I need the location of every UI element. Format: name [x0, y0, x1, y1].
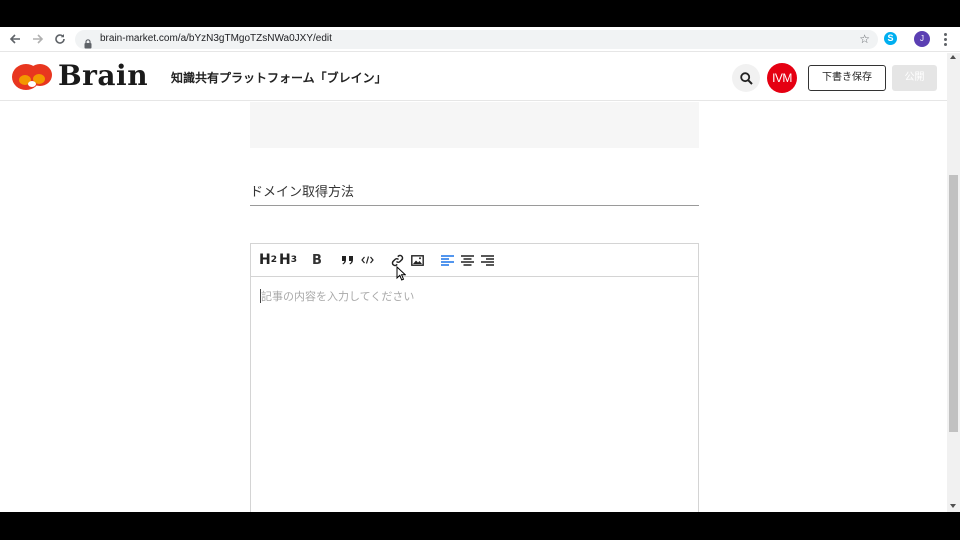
- user-avatar[interactable]: IVM: [767, 63, 797, 93]
- mouse-cursor-icon: [396, 265, 407, 285]
- code-icon[interactable]: [361, 252, 374, 268]
- lock-icon: [84, 34, 92, 53]
- heading-h2-button[interactable]: H2: [259, 252, 277, 268]
- editor-placeholder[interactable]: 記事の内容を入力してください: [261, 288, 414, 304]
- profile-avatar[interactable]: J: [914, 31, 930, 47]
- site-tagline: 知識共有プラットフォーム「ブレイン」: [171, 71, 387, 85]
- scroll-down-arrow-icon[interactable]: [950, 504, 956, 508]
- search-button[interactable]: [732, 64, 760, 92]
- skype-extension-icon[interactable]: S: [884, 32, 897, 45]
- page-scrollbar[interactable]: [947, 53, 960, 512]
- scrollbar-thumb[interactable]: [949, 175, 958, 432]
- quote-icon[interactable]: [341, 252, 354, 268]
- heading-h3-button[interactable]: H3: [279, 252, 297, 268]
- save-draft-button[interactable]: 下書き保存: [808, 65, 886, 91]
- site-header: Brain 知識共有プラットフォーム「ブレイン」 IVM 下書き保存 公開: [0, 53, 947, 101]
- bold-label: B: [312, 252, 322, 268]
- logo-text[interactable]: Brain: [58, 59, 148, 92]
- publish-button[interactable]: 公開: [892, 65, 937, 91]
- align-center-icon[interactable]: [461, 252, 474, 268]
- star-icon[interactable]: ☆: [859, 32, 870, 46]
- h3-sub: 3: [290, 255, 297, 265]
- menu-kebab-icon[interactable]: [940, 30, 950, 48]
- scroll-up-arrow-icon[interactable]: [950, 55, 956, 59]
- back-arrow-icon[interactable]: [6, 30, 24, 48]
- article-editor[interactable]: H2 H3 B 記事の内容を入力してください: [250, 243, 699, 512]
- address-bar[interactable]: brain-market.com/a/bYzN3gTMgoTZsNWa0JXY/…: [75, 30, 878, 49]
- url-text: brain-market.com/a/bYzN3gTMgoTZsNWa0JXY/…: [100, 33, 332, 44]
- reload-icon[interactable]: [51, 30, 69, 48]
- search-icon: [739, 71, 753, 85]
- h2-sub: 2: [270, 255, 277, 265]
- bold-button[interactable]: B: [312, 252, 322, 268]
- browser-toolbar: brain-market.com/a/bYzN3gTMgoTZsNWa0JXY/…: [0, 27, 960, 52]
- article-title-input[interactable]: ドメイン取得方法: [250, 177, 699, 206]
- h3-label: H: [279, 252, 291, 268]
- image-icon[interactable]: [411, 252, 424, 268]
- brain-logo-icon[interactable]: [11, 62, 53, 96]
- editor-toolbar: H2 H3 B: [251, 244, 698, 277]
- align-right-icon[interactable]: [481, 252, 494, 268]
- forward-arrow-icon[interactable]: [29, 30, 47, 48]
- browser-window: brain-market.com/a/bYzN3gTMgoTZsNWa0JXY/…: [0, 27, 960, 512]
- h2-label: H: [259, 252, 271, 268]
- align-left-icon[interactable]: [441, 252, 454, 268]
- cover-image-area[interactable]: [250, 102, 699, 148]
